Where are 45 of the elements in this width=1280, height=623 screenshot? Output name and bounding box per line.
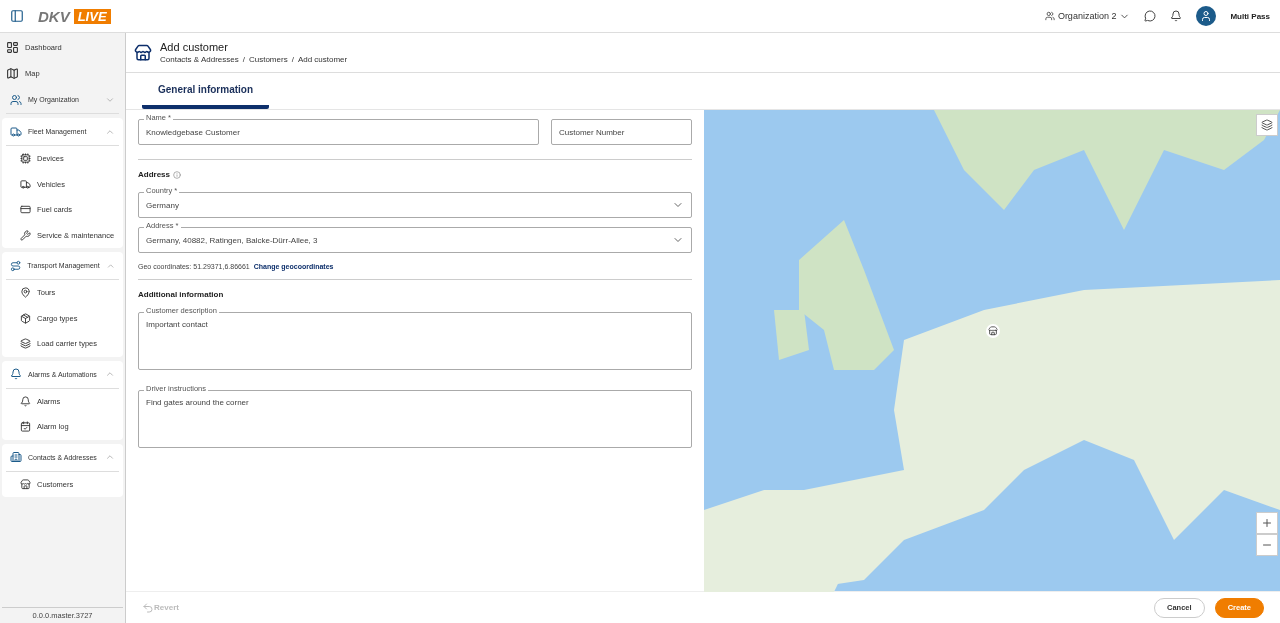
truck-icon bbox=[10, 125, 22, 138]
breadcrumb[interactable]: Add customer bbox=[297, 55, 348, 64]
undo-icon bbox=[142, 601, 154, 614]
tab[interactable]: General information bbox=[142, 73, 269, 109]
breadcrumb-separator: / bbox=[291, 55, 294, 64]
user-avatar[interactable] bbox=[1196, 6, 1217, 26]
package-icon bbox=[20, 312, 31, 324]
breadcrumb[interactable]: Customers bbox=[248, 55, 288, 64]
users-icon bbox=[1044, 11, 1055, 21]
info-icon bbox=[173, 170, 181, 179]
plus-icon bbox=[1261, 517, 1273, 529]
bell-icon bbox=[20, 395, 31, 407]
users-icon bbox=[10, 93, 22, 106]
logo-badge: LIVE bbox=[73, 8, 111, 24]
breadcrumb-separator: / bbox=[242, 55, 245, 64]
card-icon bbox=[20, 204, 31, 216]
section-heading: Additional information bbox=[138, 290, 224, 299]
store-icon bbox=[134, 43, 152, 62]
store-icon bbox=[20, 478, 31, 490]
sidebar-toggle-icon bbox=[10, 9, 24, 23]
map-icon bbox=[6, 66, 19, 80]
layers-icon bbox=[20, 338, 31, 350]
wrench-icon bbox=[20, 229, 31, 241]
logo-brand: DKV bbox=[38, 7, 70, 25]
chevron-up-icon bbox=[105, 452, 115, 462]
chat-icon bbox=[1144, 10, 1157, 22]
user-icon bbox=[1200, 10, 1213, 22]
pin-icon bbox=[20, 287, 31, 299]
building-icon bbox=[10, 451, 22, 463]
dashboard-icon bbox=[6, 41, 19, 55]
calendar-check-icon bbox=[20, 421, 31, 433]
layers-icon bbox=[1261, 119, 1273, 131]
truck-icon bbox=[20, 178, 31, 190]
user-name[interactable]: Multi Pass bbox=[1230, 11, 1270, 21]
chip-icon bbox=[20, 153, 31, 165]
organization-selector[interactable]: Organization 2 bbox=[1044, 10, 1131, 22]
section-heading: Address bbox=[138, 170, 170, 179]
page-title: Add customer bbox=[160, 41, 229, 53]
route-icon bbox=[10, 259, 22, 272]
bell-icon bbox=[10, 368, 22, 380]
bell-icon bbox=[1170, 10, 1183, 22]
map-layers-button[interactable] bbox=[1256, 114, 1278, 136]
breadcrumb[interactable]: Contacts & Addresses bbox=[160, 55, 239, 64]
chevron-up-icon bbox=[105, 369, 115, 379]
input-field[interactable]: Customer Number bbox=[551, 119, 692, 145]
